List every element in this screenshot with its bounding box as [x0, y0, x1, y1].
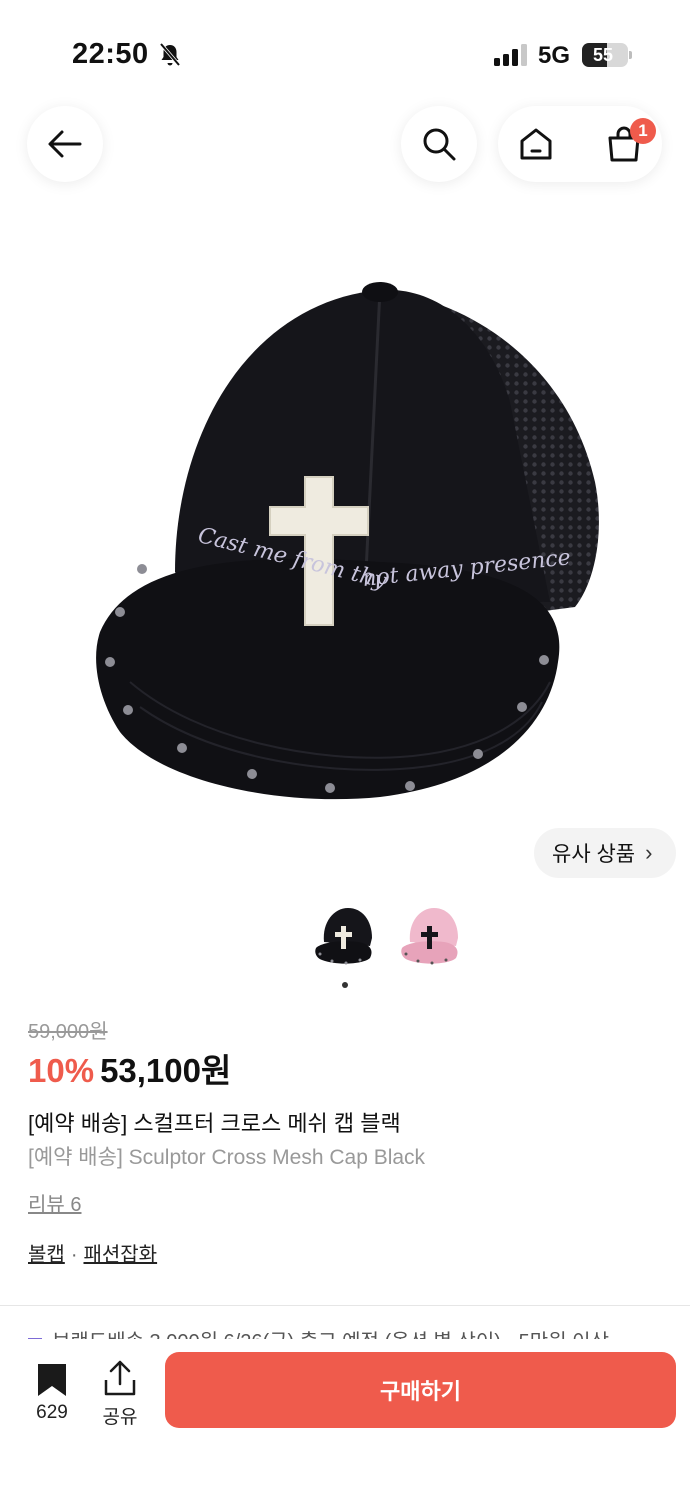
home-icon	[520, 128, 552, 160]
share-button[interactable]: 공유	[92, 1358, 148, 1428]
bottom-action-bar: 629 공유 구매하기	[0, 1340, 690, 1500]
bell-slash-icon	[159, 42, 181, 67]
category-link[interactable]: 패션잡화	[83, 1244, 157, 1266]
chevron-right-icon: ›	[645, 840, 653, 865]
shipping-text: 브랜드배송 3,000원 6/26(금) 출고 예정 (옵션 별 상이) · 5…	[52, 1331, 609, 1339]
battery-nub	[629, 51, 632, 59]
back-button[interactable]	[27, 106, 103, 182]
cart-button[interactable]	[586, 106, 662, 182]
signal-icon	[494, 44, 527, 66]
status-bar: 22:50 5G 55	[0, 0, 690, 110]
price-row: 10% 53,100원	[28, 1044, 231, 1089]
breadcrumb: 볼캡 · 패션잡화	[28, 1238, 157, 1267]
breadcrumb-separator: ·	[70, 1244, 78, 1266]
search-button[interactable]	[401, 106, 477, 182]
status-time: 22:50	[72, 38, 149, 70]
product-image[interactable]: Cast me from thy not away presence	[80, 262, 620, 822]
bookmark-button[interactable]: 629	[22, 1358, 82, 1428]
product-title: [예약 배송] 스컬프터 크로스 메쉬 캡 블랙	[28, 1111, 401, 1136]
network-label: 5G	[538, 42, 571, 69]
original-price: 59,000원	[28, 1021, 108, 1043]
shipping-info[interactable]: 브랜드배송 3,000원 6/26(금) 출고 예정 (옵션 별 상이) · 5…	[28, 1325, 668, 1339]
battery-level: 55	[592, 45, 614, 65]
similar-products-button[interactable]: 유사 상품 ›	[534, 828, 676, 878]
sale-price: 53,100원	[100, 1052, 232, 1089]
search-icon	[423, 128, 456, 161]
arrow-left-icon	[48, 130, 82, 158]
carousel-indicator	[342, 982, 348, 988]
home-button[interactable]	[498, 106, 574, 182]
buy-button[interactable]: 구매하기	[165, 1352, 676, 1428]
divider	[0, 1305, 690, 1306]
bookmark-icon	[38, 1364, 66, 1396]
review-link[interactable]: 리뷰 6	[28, 1188, 81, 1217]
thumbnail-pink[interactable]	[398, 902, 464, 968]
product-title-en: [예약 배송] Sculptor Cross Mesh Cap Black	[28, 1146, 426, 1169]
header-actions: 1	[498, 106, 662, 182]
bookmark-count: 629	[36, 1402, 68, 1423]
battery-icon: 55	[582, 43, 628, 67]
thumbnail-black[interactable]	[312, 902, 378, 968]
shipping-icon	[28, 1337, 42, 1339]
share-label: 공유	[102, 1407, 138, 1428]
similar-products-label: 유사 상품	[552, 843, 636, 866]
category-link[interactable]: 볼캡	[28, 1244, 65, 1266]
share-icon	[104, 1360, 136, 1396]
discount-rate: 10%	[28, 1052, 95, 1089]
cart-badge: 1	[630, 118, 656, 144]
